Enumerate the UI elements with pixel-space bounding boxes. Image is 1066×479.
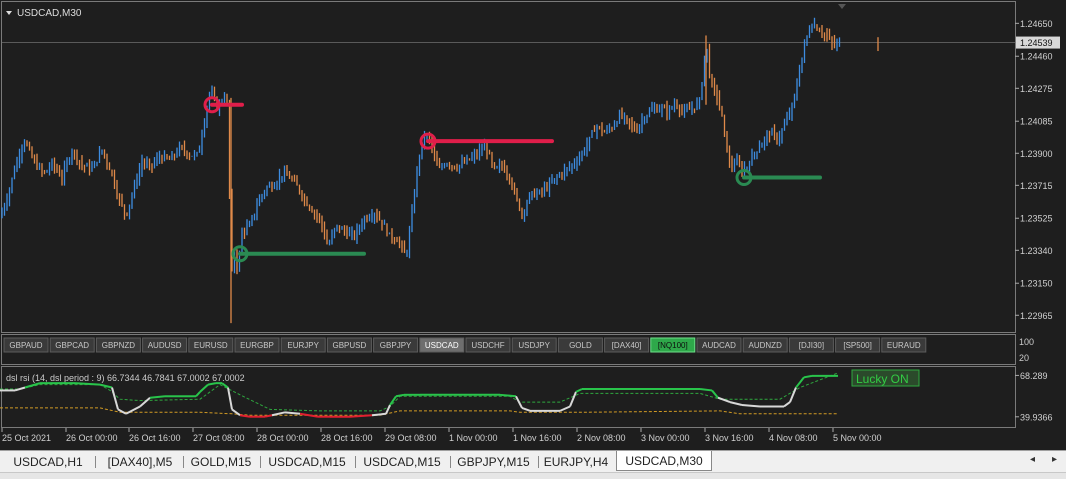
indicator-tick-label-1: 39.9366 (1020, 412, 1053, 422)
price-tick-label-6: 1.23525 (1020, 214, 1053, 224)
time-tick-label-0: 25 Oct 2021 (2, 433, 51, 443)
symbol-button-label-9: USDCAD (425, 341, 459, 350)
tabs-scroll-right-icon[interactable]: ▸ (1052, 454, 1057, 465)
time-tick-label-8: 1 Nov 16:00 (513, 433, 562, 443)
symbol-button-label-4: EURUSD (194, 341, 228, 350)
price-tick-label-5: 1.23715 (1020, 181, 1053, 191)
time-tick-label-1: 26 Oct 00:00 (66, 433, 118, 443)
price-tick-label-9: 1.22965 (1020, 311, 1053, 321)
time-tick-label-13: 5 Nov 00:00 (833, 433, 882, 443)
symbol-button-label-0: GBPAUD (9, 341, 42, 350)
tab-separator (450, 456, 451, 468)
symbol-button-label-13: [DAX40] (612, 341, 642, 350)
indicator-tick-label-0: 68.289 (1020, 371, 1048, 381)
symbol-button-label-1: GBPCAD (55, 341, 89, 350)
time-tick-label-2: 26 Oct 16:00 (129, 433, 181, 443)
chart-tab-5[interactable]: GBPJPY,M15 (452, 453, 535, 471)
symbol-button-label-2: GBPNZD (102, 341, 136, 350)
symbol-button-label-3: AUDUSD (148, 341, 182, 350)
symbol-button-label-19: EURAUD (887, 341, 921, 350)
symbol-button-label-11: USDJPY (518, 341, 550, 350)
chart-tab-1[interactable]: [DAX40],M5 (100, 453, 180, 471)
price-tick-label-8: 1.23150 (1020, 279, 1053, 289)
price-tick-label-7: 1.23340 (1020, 246, 1053, 256)
price-tick-label-2: 1.24275 (1020, 84, 1053, 94)
symbol-button-label-10: USDCHF (471, 341, 504, 350)
symbol-button-label-14: [NQ100] (658, 341, 688, 350)
time-tick-label-5: 28 Oct 16:00 (321, 433, 373, 443)
symbol-button-label-16: AUDNZD (749, 341, 783, 350)
chart-tab-4[interactable]: USDCAD,M15 (357, 453, 447, 471)
time-tick-label-10: 3 Nov 00:00 (641, 433, 690, 443)
time-tick-label-3: 27 Oct 08:00 (193, 433, 245, 443)
subpanel-scale-min: 20 (1019, 353, 1029, 363)
lucky-badge-label: Lucky ON (856, 372, 909, 386)
indicator-label: dsl rsi (14, dsl period : 9) 66.7344 46.… (6, 373, 245, 383)
price-tick-label-0: 1.24650 (1020, 19, 1053, 29)
time-tick-label-7: 1 Nov 00:00 (449, 433, 498, 443)
trading-chart-window[interactable]: USDCAD,M30 1.24650 1.24460 1.24275 1.24085 1… (0, 0, 1066, 479)
chart-tab-6[interactable]: EURJPY,H4 (540, 453, 612, 471)
chart-tab-7[interactable]: USDCAD,M30 (616, 451, 712, 471)
status-strip (0, 472, 1066, 479)
tab-separator (538, 456, 539, 468)
chart-tab-3[interactable]: USDCAD,M15 (262, 453, 352, 471)
symbol-button-label-18: [SP500] (843, 341, 871, 350)
time-tick-label-11: 3 Nov 16:00 (705, 433, 754, 443)
symbol-button-label-15: AUDCAD (702, 341, 736, 350)
price-tick-label-4: 1.23900 (1020, 149, 1053, 159)
price-tick-label-3: 1.24085 (1020, 117, 1053, 127)
symbol-button-label-12: GOLD (569, 341, 592, 350)
subpanel-scale-max: 100 (1019, 337, 1034, 347)
time-tick-label-4: 28 Oct 00:00 (257, 433, 309, 443)
symbol-button-label-6: EURJPY (287, 341, 319, 350)
symbol-button-label-7: GBPUSD (333, 341, 367, 350)
time-tick-label-6: 29 Oct 08:00 (385, 433, 437, 443)
chart-tab-0[interactable]: USDCAD,H1 (4, 453, 92, 471)
symbol-button-label-5: EURGBP (240, 341, 274, 350)
chart-title: USDCAD,M30 (17, 8, 82, 19)
current-price-label: 1.24539 (1020, 38, 1053, 48)
symbol-button-label-8: GBPJPY (380, 341, 412, 350)
tab-separator (95, 456, 96, 468)
chart-tab-2[interactable]: GOLD,M15 (185, 453, 257, 471)
tab-separator (183, 456, 184, 468)
price-tick-label-1: 1.24460 (1020, 52, 1053, 62)
tab-separator (355, 456, 356, 468)
time-tick-label-12: 4 Nov 08:00 (769, 433, 818, 443)
tabs-scroll-left-icon[interactable]: ◂ (1030, 454, 1035, 465)
time-tick-label-9: 2 Nov 08:00 (577, 433, 626, 443)
tab-separator (260, 456, 261, 468)
symbol-button-label-17: [DJI30] (799, 341, 824, 350)
